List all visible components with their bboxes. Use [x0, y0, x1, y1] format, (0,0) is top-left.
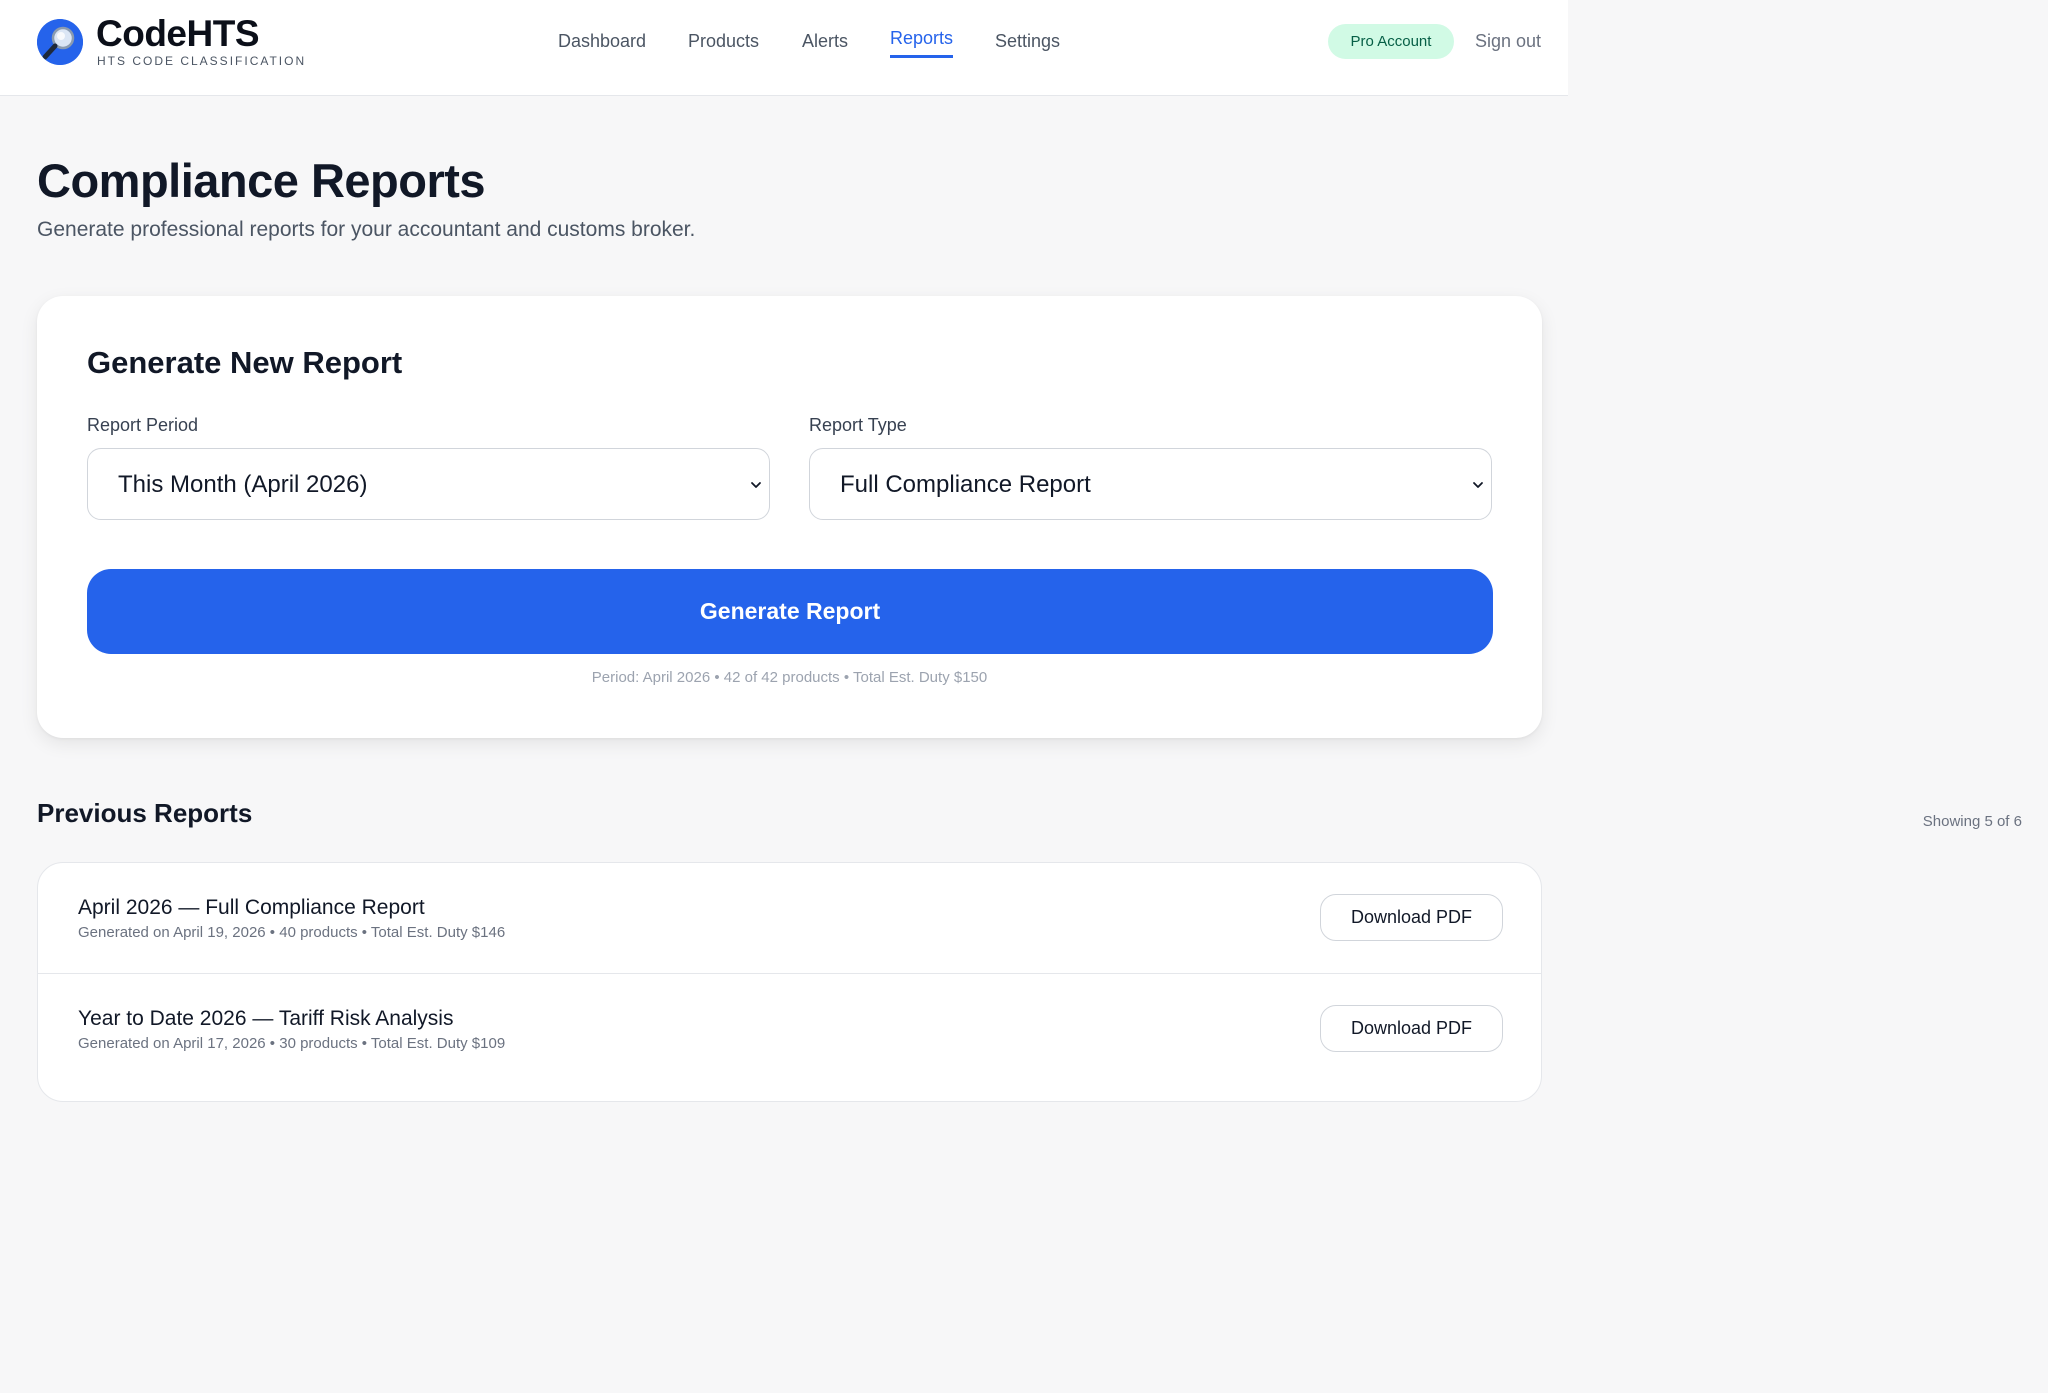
sign-out-link[interactable]: Sign out	[1475, 30, 1541, 52]
report-type-value: Full Compliance Report	[840, 471, 1091, 498]
magnifier-icon[interactable]	[37, 19, 83, 65]
report-name: Year to Date 2026 — Tariff Risk Analysis	[78, 1007, 454, 1030]
report-period-select[interactable]: This Month (April 2026)	[87, 448, 770, 520]
page-title: Compliance Reports	[37, 154, 486, 207]
list-item: Year to Date 2026 — Tariff Risk Analysis…	[38, 973, 1541, 1083]
generate-report-button[interactable]: Generate Report	[87, 569, 1493, 654]
list-item: April 2026 — Full Compliance Report Gene…	[38, 863, 1541, 973]
top-navigation-bar: CodeHTS HTS CODE CLASSIFICATION Dashboar…	[0, 0, 1568, 96]
nav-item-dashboard[interactable]: Dashboard	[558, 30, 646, 52]
report-type-select[interactable]: Full Compliance Report	[809, 448, 1492, 520]
chevron-down-icon	[751, 482, 761, 488]
nav-item-settings[interactable]: Settings	[995, 30, 1060, 52]
report-name: April 2026 — Full Compliance Report	[78, 896, 425, 919]
nav-item-products[interactable]: Products	[688, 30, 759, 52]
generate-report-card: Generate New Report Report Period This M…	[37, 296, 1542, 738]
chevron-down-icon	[1473, 482, 1483, 488]
page-subtitle: Generate professional reports for your a…	[37, 218, 696, 241]
reports-count: Showing 5 of 6	[1922, 813, 2022, 830]
card-title: Generate New Report	[87, 345, 403, 380]
brand-name[interactable]: CodeHTS	[96, 14, 260, 54]
report-period-label: Report Period	[87, 415, 199, 435]
report-list: April 2026 — Full Compliance Report Gene…	[37, 862, 1542, 1102]
download-pdf-button[interactable]: Download PDF	[1320, 1005, 1503, 1052]
previous-reports-title: Previous Reports	[37, 798, 253, 828]
report-meta: Generated on April 17, 2026 • 30 product…	[78, 1035, 506, 1052]
download-pdf-button[interactable]: Download PDF	[1320, 894, 1503, 941]
report-meta: Generated on April 19, 2026 • 40 product…	[78, 924, 506, 941]
report-type-label: Report Type	[809, 415, 907, 435]
pro-account-badge[interactable]: Pro Account	[1328, 24, 1454, 59]
brand-tagline: HTS CODE CLASSIFICATION	[97, 54, 307, 68]
generate-summary: Period: April 2026 • 42 of 42 products •…	[591, 669, 988, 686]
nav-item-reports[interactable]: Reports	[890, 27, 954, 58]
nav-item-alerts[interactable]: Alerts	[802, 30, 848, 52]
report-period-value: This Month (April 2026)	[118, 471, 368, 498]
